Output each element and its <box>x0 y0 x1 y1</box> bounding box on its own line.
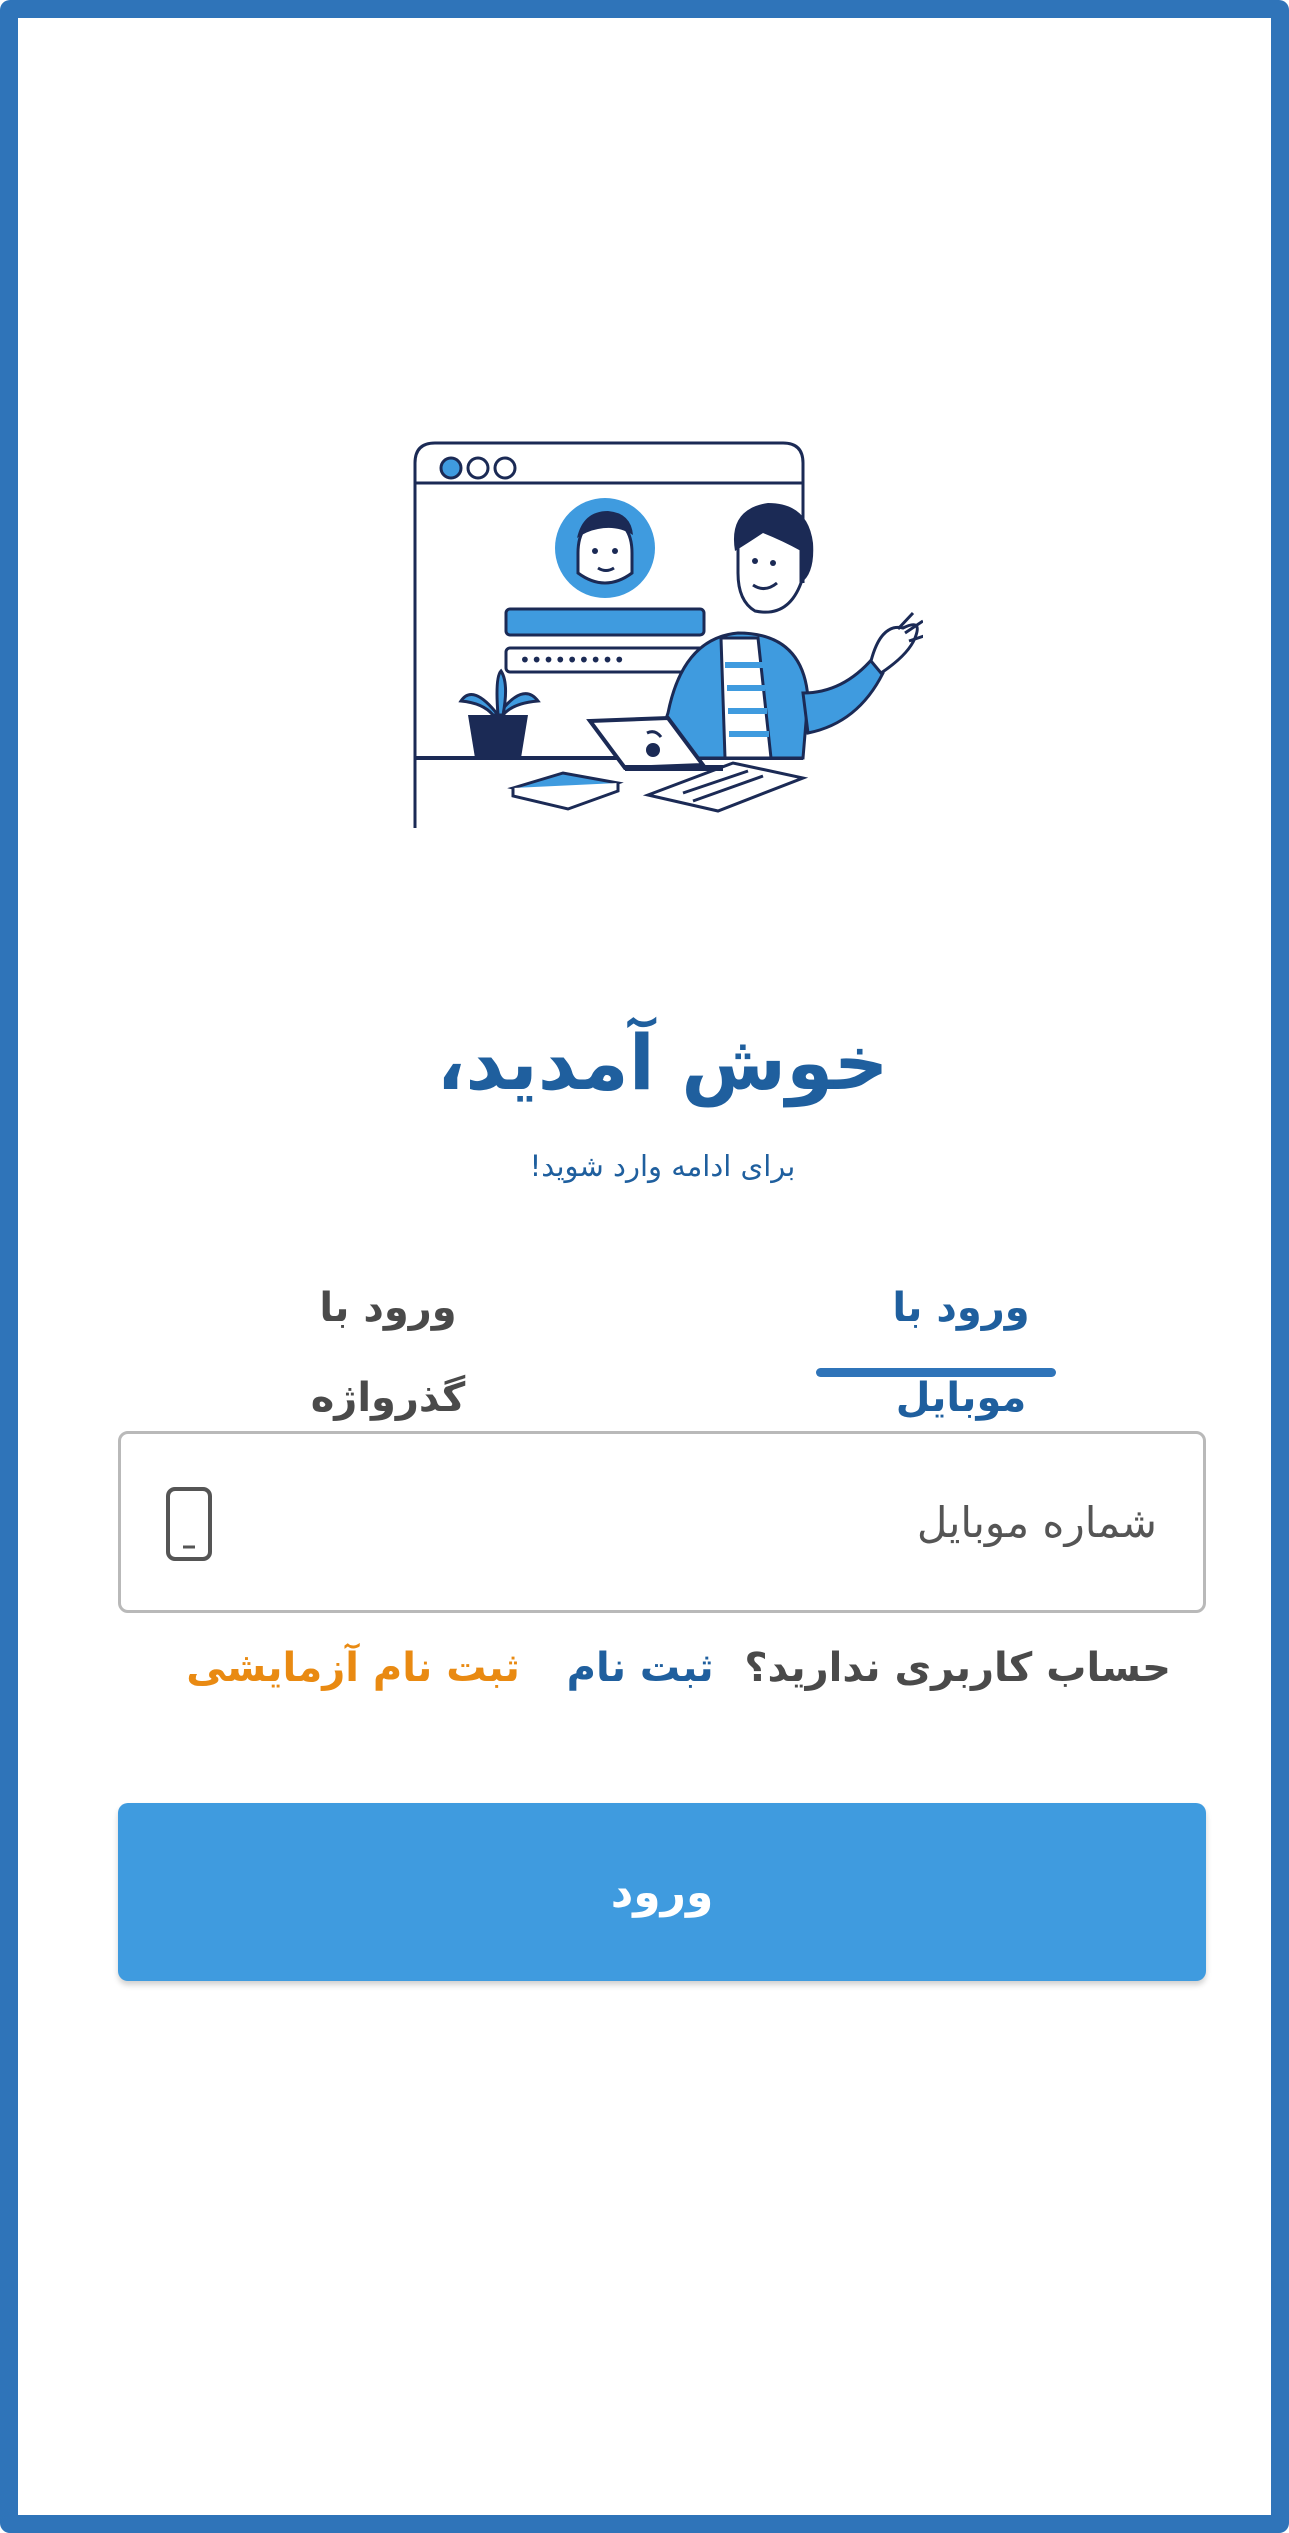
trial-signup-link[interactable]: ثبت نام آزمایشی <box>186 1645 520 1691</box>
tab-mobile-login[interactable]: ورود با موبایل <box>836 1263 1086 1421</box>
no-account-question: حساب کاربری ندارید؟ <box>744 1645 1171 1691</box>
login-tabs: ورود با موبایل ورود با گذرواژه <box>118 1263 1206 1421</box>
page-subtitle: برای ادامه وارد شوید! <box>529 1149 796 1183</box>
window-dot-icon <box>439 456 463 480</box>
login-illustration: ••••••••• <box>403 433 923 828</box>
mobile-number-field <box>118 1431 1206 1613</box>
signup-link[interactable]: ثبت نام <box>567 1645 714 1691</box>
tab-password-login[interactable]: ورود با گذرواژه <box>238 1263 538 1421</box>
mobile-phone-icon <box>165 1486 213 1562</box>
active-tab-indicator <box>816 1368 1056 1377</box>
login-illustration-svg: ••••••••• <box>413 441 923 828</box>
svg-text:•••••••••: ••••••••• <box>519 648 625 672</box>
window-dot-icon <box>466 456 490 480</box>
app-frame: ••••••••• خوش آمدید، برای ادامه وارد شوی… <box>0 0 1289 2533</box>
signup-row: حساب کاربری ندارید؟ ثبت نام ثبت نام آزما… <box>186 1633 1171 1703</box>
page-title: خوش آمدید، <box>436 1018 889 1107</box>
window-dot-icon <box>493 456 517 480</box>
login-button[interactable]: ورود <box>118 1803 1206 1981</box>
mobile-number-input[interactable] <box>251 1434 1157 1610</box>
